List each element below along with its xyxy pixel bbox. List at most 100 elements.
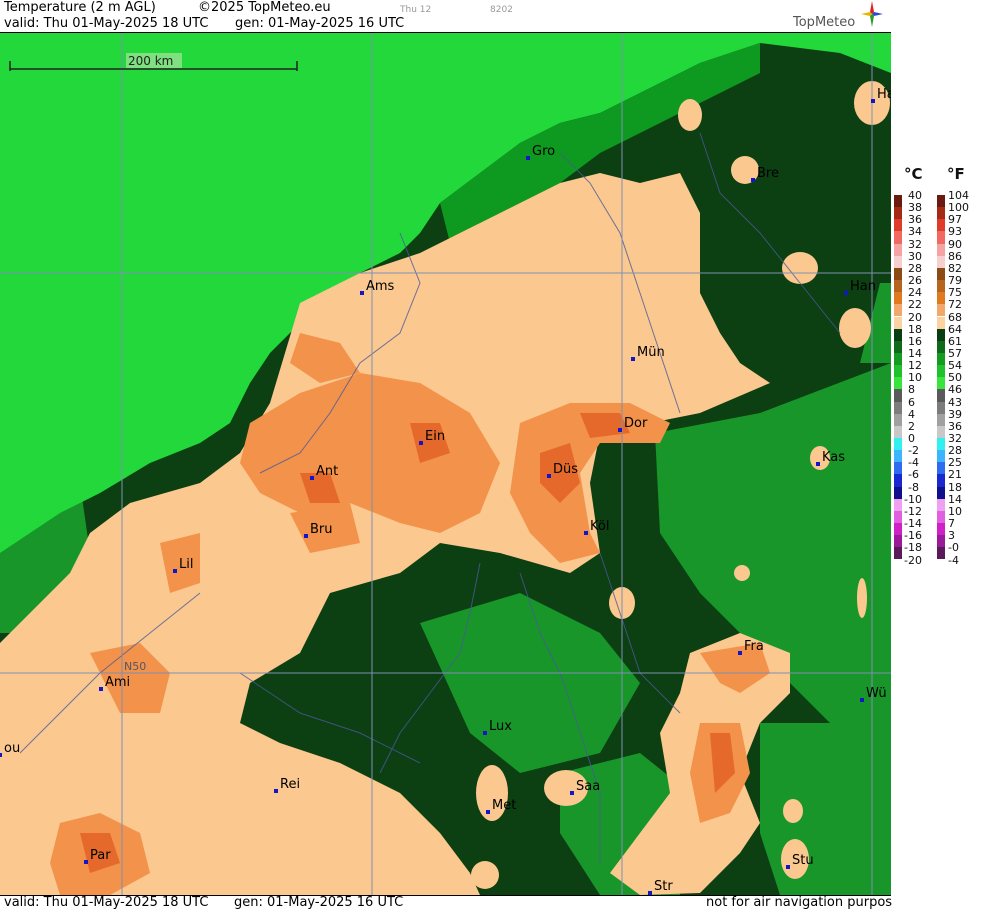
legend-tick-celsius: -4 [908,456,919,470]
legend-tick-fahrenheit: 46 [948,383,962,397]
legend-swatch-c [894,510,902,524]
legend-swatch-f [937,523,945,536]
legend-swatch-c [894,450,902,463]
city-marker [360,291,364,295]
legend-tick-fahrenheit: 90 [948,237,962,251]
city-marker [274,789,278,793]
footer-disclaimer: not for air navigation purposes [706,895,907,910]
legend-tick-celsius: 22 [908,298,922,312]
city-marker [304,534,308,538]
legend-tick-fahrenheit: 79 [948,274,962,288]
city-label: Str [654,879,673,894]
legend-swatch-c [894,316,902,329]
city-marker [816,462,820,466]
footer-valid: valid: Thu 01-May-2025 18 UTC [4,895,209,910]
legend-tick-fahrenheit: 93 [948,225,962,239]
legend-tick-celsius: -6 [908,468,919,482]
city-label: ou [4,741,20,756]
legend-tick-fahrenheit: 97 [948,213,962,227]
city-label: Han [850,279,876,294]
legend-tick-fahrenheit: -0 [948,541,959,555]
temperature-legend: °C °F 40 38 36 34 32 30 28 26 24 22 20 18 16 14 12 10 8 6… [892,0,983,909]
city-label: Saa [576,779,600,794]
legend-tick-celsius: -8 [908,480,919,494]
legend-swatch-f [937,425,945,438]
legend-tick-fahrenheit: 32 [948,432,962,445]
legend-tick-fahrenheit: 39 [948,407,962,421]
legend-tick-celsius: -10 [904,492,922,506]
legend-swatch-c [894,195,902,208]
city-label: Lux [489,719,512,734]
city-label: Fra [744,639,764,654]
city-label: Ha [877,87,891,102]
legend-swatch-c [894,231,902,244]
copyright: ©2025 TopMeteo.eu [198,0,331,15]
legend-swatch-f [937,352,945,366]
legend-swatch-c [894,304,902,317]
legend-swatch-c [894,207,902,220]
legend-tick-celsius: 16 [908,334,922,348]
city-marker [860,698,864,702]
legend-tick-celsius: 28 [908,261,922,275]
legend-swatch-f [937,207,945,220]
legend-swatch-f [937,255,945,268]
legend-swatch-c [894,280,902,293]
legend-tick-celsius: 12 [908,359,922,373]
run-code: 8202 [490,5,513,15]
legend-tick-celsius: 6 [908,395,915,409]
city-label: Ant [316,464,338,479]
city-marker [84,860,88,864]
legend-tick-celsius: 40 [908,189,922,202]
legend-tick-fahrenheit: 25 [948,456,962,470]
legend-tick-celsius: 8 [908,383,915,397]
city-marker [310,476,314,480]
legend-swatch-f [937,219,945,232]
city-label: Ams [366,279,395,294]
legend-tick-celsius: 34 [908,225,922,239]
legend-unit-celsius: °C [904,165,923,183]
legend-swatch-c [894,340,902,353]
legend-tick-celsius: 10 [908,371,922,385]
city-marker [0,753,2,757]
legend-tick-celsius: 14 [908,346,922,360]
legend-tick-fahrenheit: 14 [948,492,962,506]
legend-swatch-f [937,267,945,281]
city-label: Bru [310,522,333,537]
legend-tick-fahrenheit: 57 [948,346,962,360]
legend-tick-fahrenheit: 50 [948,371,962,385]
city-label: Ein [425,429,445,444]
legend-swatch-c [894,389,902,402]
city-label: Par [90,848,111,863]
legend-swatch-f [937,450,945,463]
legend-tick-fahrenheit: -4 [948,553,959,567]
map-header: Temperature (2 m AGL) ©2025 TopMeteo.eu … [0,0,891,33]
legend-tick-fahrenheit: 18 [948,480,962,494]
city-marker [547,474,551,478]
city-label: Kas [822,450,845,465]
city-marker [526,156,530,160]
city-marker [486,810,490,814]
legend-swatch-c [894,425,902,438]
city-label: Gro [532,144,555,159]
legend-swatch-c [894,292,902,305]
legend-tick-fahrenheit: 3 [948,529,955,543]
legend-tick-celsius: 18 [908,322,922,336]
map-title: Temperature (2 m AGL) [4,0,156,15]
legend-tick-fahrenheit: 7 [948,517,955,531]
city-label: Bre [757,166,779,181]
legend-tick-celsius: -18 [904,541,922,555]
legend-tick-fahrenheit: 10 [948,504,962,518]
city-marker [871,99,875,103]
legend-tick-fahrenheit: 43 [948,395,962,409]
city-marker [786,865,790,869]
legend-swatch-f [937,389,945,402]
city-label: Met [492,798,516,813]
city-label: Köl [590,519,609,534]
legend-swatch-c [894,377,902,390]
legend-swatch-c [894,365,902,378]
legend-swatch-f [937,547,945,560]
city-label: Düs [553,462,578,477]
logo-text: TopMeteo [793,15,856,30]
legend-tick-celsius: 20 [908,310,922,324]
legend-tick-celsius: -2 [908,444,919,458]
